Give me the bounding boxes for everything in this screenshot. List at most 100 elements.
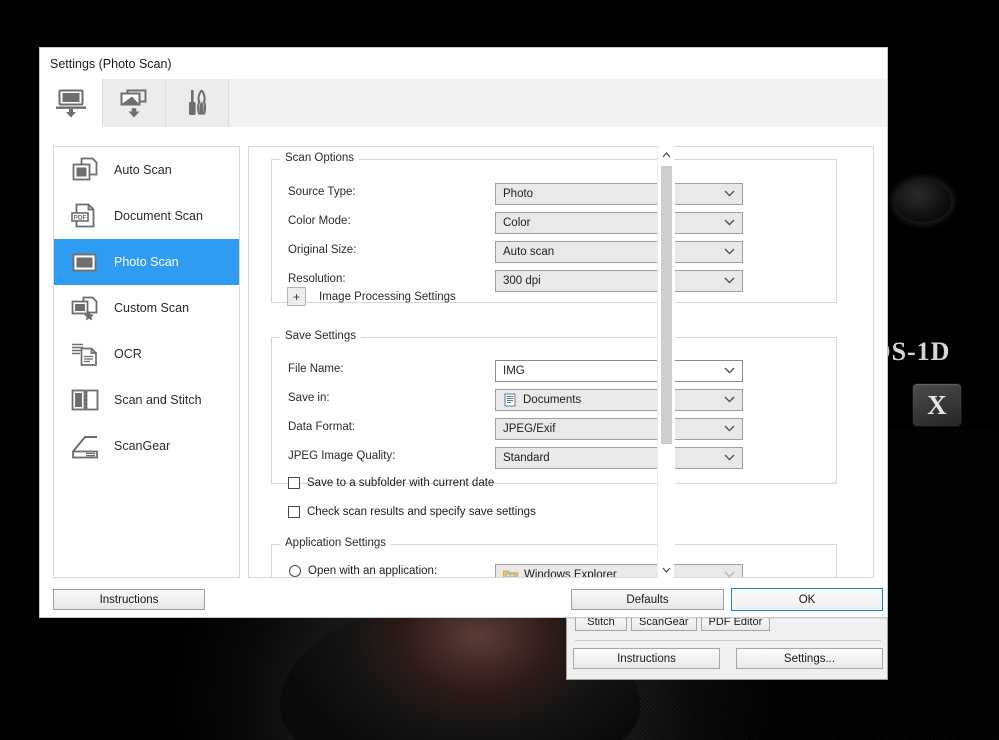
documents-folder-icon <box>503 393 517 407</box>
scan-options-group: Scan Options Source Type: Photo Color Mo… <box>271 152 837 303</box>
scrollbar-thumb[interactable] <box>661 166 672 444</box>
jpeg-image-quality-label: JPEG Image Quality: <box>288 450 396 462</box>
photo-icon <box>70 247 100 277</box>
save-in-combo[interactable]: Documents <box>495 389 743 411</box>
sidebar-item-ocr[interactable]: OCR <box>54 331 239 377</box>
settings-dialog: Settings (Photo Scan) Auto Scan PDF Docu… <box>39 47 888 618</box>
content-scrollbar[interactable] <box>657 146 675 578</box>
jpeg-image-quality-combo[interactable]: Standard <box>495 447 743 469</box>
file-name-value: IMG <box>503 365 525 377</box>
tab-scan-from-computer[interactable] <box>40 79 103 127</box>
data-format-label: Data Format: <box>288 421 356 433</box>
sidebar-item-scangear[interactable]: ScanGear <box>54 423 239 469</box>
save-in-label: Save in: <box>288 392 330 404</box>
sidebar-item-label: Scan and Stitch <box>114 393 202 407</box>
scangear-icon <box>70 431 100 461</box>
resolution-value: 300 dpi <box>503 275 541 287</box>
check-scan-results-checkbox[interactable] <box>288 506 300 518</box>
chevron-down-icon <box>724 423 735 435</box>
save-settings-group: Save Settings File Name: IMG Save in: Do… <box>271 330 837 484</box>
chevron-down-icon <box>724 188 735 200</box>
application-settings-group: Application Settings Open with an applic… <box>271 537 837 578</box>
screen: EOS-1D X Stitch ScanGear PDF Editor Inst… <box>0 0 999 740</box>
image-processing-settings-label: Image Processing Settings <box>319 290 456 303</box>
field-color-mode: Color Mode: Color <box>272 212 836 234</box>
dialog-title: Settings (Photo Scan) <box>50 56 172 71</box>
source-type-combo[interactable]: Photo <box>495 183 743 205</box>
tab-scan-from-operation-panel[interactable] <box>103 79 166 127</box>
dialog-body: Auto Scan PDF Document Scan Photo Scan C… <box>40 127 887 578</box>
field-save-in: Save in: Documents <box>272 389 836 411</box>
svg-text:PDF: PDF <box>74 215 87 222</box>
defaults-button[interactable]: Defaults <box>571 589 724 610</box>
expand-plus-icon[interactable]: + <box>287 287 306 306</box>
field-data-format: Data Format: JPEG/Exif <box>272 418 836 440</box>
scan-mode-sidebar: Auto Scan PDF Document Scan Photo Scan C… <box>53 146 240 578</box>
image-processing-settings-expander[interactable]: + Image Processing Settings <box>287 287 456 306</box>
file-name-combo[interactable]: IMG <box>495 360 743 382</box>
resolution-label: Resolution: <box>288 273 346 285</box>
tab-general-settings[interactable] <box>166 79 229 127</box>
sidebar-item-label: Auto Scan <box>114 163 172 177</box>
chevron-down-icon <box>724 275 735 287</box>
sidebar-item-scan-and-stitch[interactable]: Scan and Stitch <box>54 377 239 423</box>
field-jpeg-image-quality: JPEG Image Quality: Standard <box>272 447 836 469</box>
open-with-application-value: Windows Explorer <box>524 569 617 578</box>
ok-button[interactable]: OK <box>731 588 883 611</box>
chevron-down-icon <box>724 246 735 258</box>
settings-content-inner: Scan Options Source Type: Photo Color Mo… <box>249 147 857 578</box>
original-size-label: Original Size: <box>288 244 357 256</box>
sidebar-item-auto-scan[interactable]: Auto Scan <box>54 147 239 193</box>
windows-explorer-folder-icon <box>503 569 518 577</box>
source-type-label: Source Type: <box>288 186 356 198</box>
pdf-document-icon: PDF <box>70 201 100 231</box>
field-source-type: Source Type: Photo <box>272 183 836 205</box>
background-settings-button[interactable]: Settings... <box>736 648 883 669</box>
instructions-button[interactable]: Instructions <box>53 589 205 610</box>
sidebar-item-label: Custom Scan <box>114 301 190 315</box>
tools-icon <box>180 88 214 118</box>
chevron-down-icon <box>724 452 735 464</box>
sidebar-item-custom-scan[interactable]: Custom Scan <box>54 285 239 331</box>
data-format-value: JPEG/Exif <box>503 423 556 435</box>
background-window-footer: Instructions Settings... <box>573 648 883 669</box>
chevron-down-icon <box>724 569 735 577</box>
scroll-down-arrow[interactable] <box>658 561 675 578</box>
source-type-value: Photo <box>503 188 534 200</box>
chevron-down-icon <box>724 217 735 229</box>
sidebar-item-label: ScanGear <box>114 439 171 453</box>
open-with-application-combo[interactable]: Windows Explorer <box>495 564 743 578</box>
save-in-value: Documents <box>523 394 582 406</box>
resolution-combo[interactable]: 300 dpi <box>495 270 743 292</box>
sidebar-item-label: Photo Scan <box>114 255 179 269</box>
operation-panel-scan-icon <box>117 88 151 118</box>
original-size-value: Auto scan <box>503 246 555 258</box>
check-scan-results-checkbox-row[interactable]: Check scan results and specify save sett… <box>288 506 536 518</box>
jpeg-image-quality-value: Standard <box>503 452 550 464</box>
save-subfolder-checkbox[interactable] <box>288 477 300 489</box>
sidebar-item-label: OCR <box>114 347 142 361</box>
application-settings-legend: Application Settings <box>280 537 392 549</box>
stitch-icon <box>70 385 100 415</box>
camera-mode-dial <box>895 180 951 222</box>
background-instructions-button[interactable]: Instructions <box>573 648 720 669</box>
file-name-label: File Name: <box>288 363 344 375</box>
save-subfolder-checkbox-row[interactable]: Save to a subfolder with current date <box>288 477 494 489</box>
color-mode-combo[interactable]: Color <box>495 212 743 234</box>
camera-x-badge: X <box>912 383 962 427</box>
sidebar-item-label: Document Scan <box>114 209 203 223</box>
dialog-footer: Instructions Defaults OK <box>40 578 887 617</box>
custom-scan-star-icon <box>70 293 100 323</box>
sidebar-item-document-scan[interactable]: PDF Document Scan <box>54 193 239 239</box>
sidebar-item-photo-scan[interactable]: Photo Scan <box>54 239 239 285</box>
field-file-name: File Name: IMG <box>272 360 836 382</box>
field-original-size: Original Size: Auto scan <box>272 241 836 263</box>
scrollbar-track[interactable] <box>658 163 675 561</box>
original-size-combo[interactable]: Auto scan <box>495 241 743 263</box>
dialog-titlebar: Settings (Photo Scan) <box>40 48 887 79</box>
scroll-up-arrow[interactable] <box>658 146 675 163</box>
scan-options-legend: Scan Options <box>280 152 360 164</box>
field-open-with-application: Windows Explorer <box>272 564 836 578</box>
data-format-combo[interactable]: JPEG/Exif <box>495 418 743 440</box>
background-window-divider <box>575 640 881 641</box>
